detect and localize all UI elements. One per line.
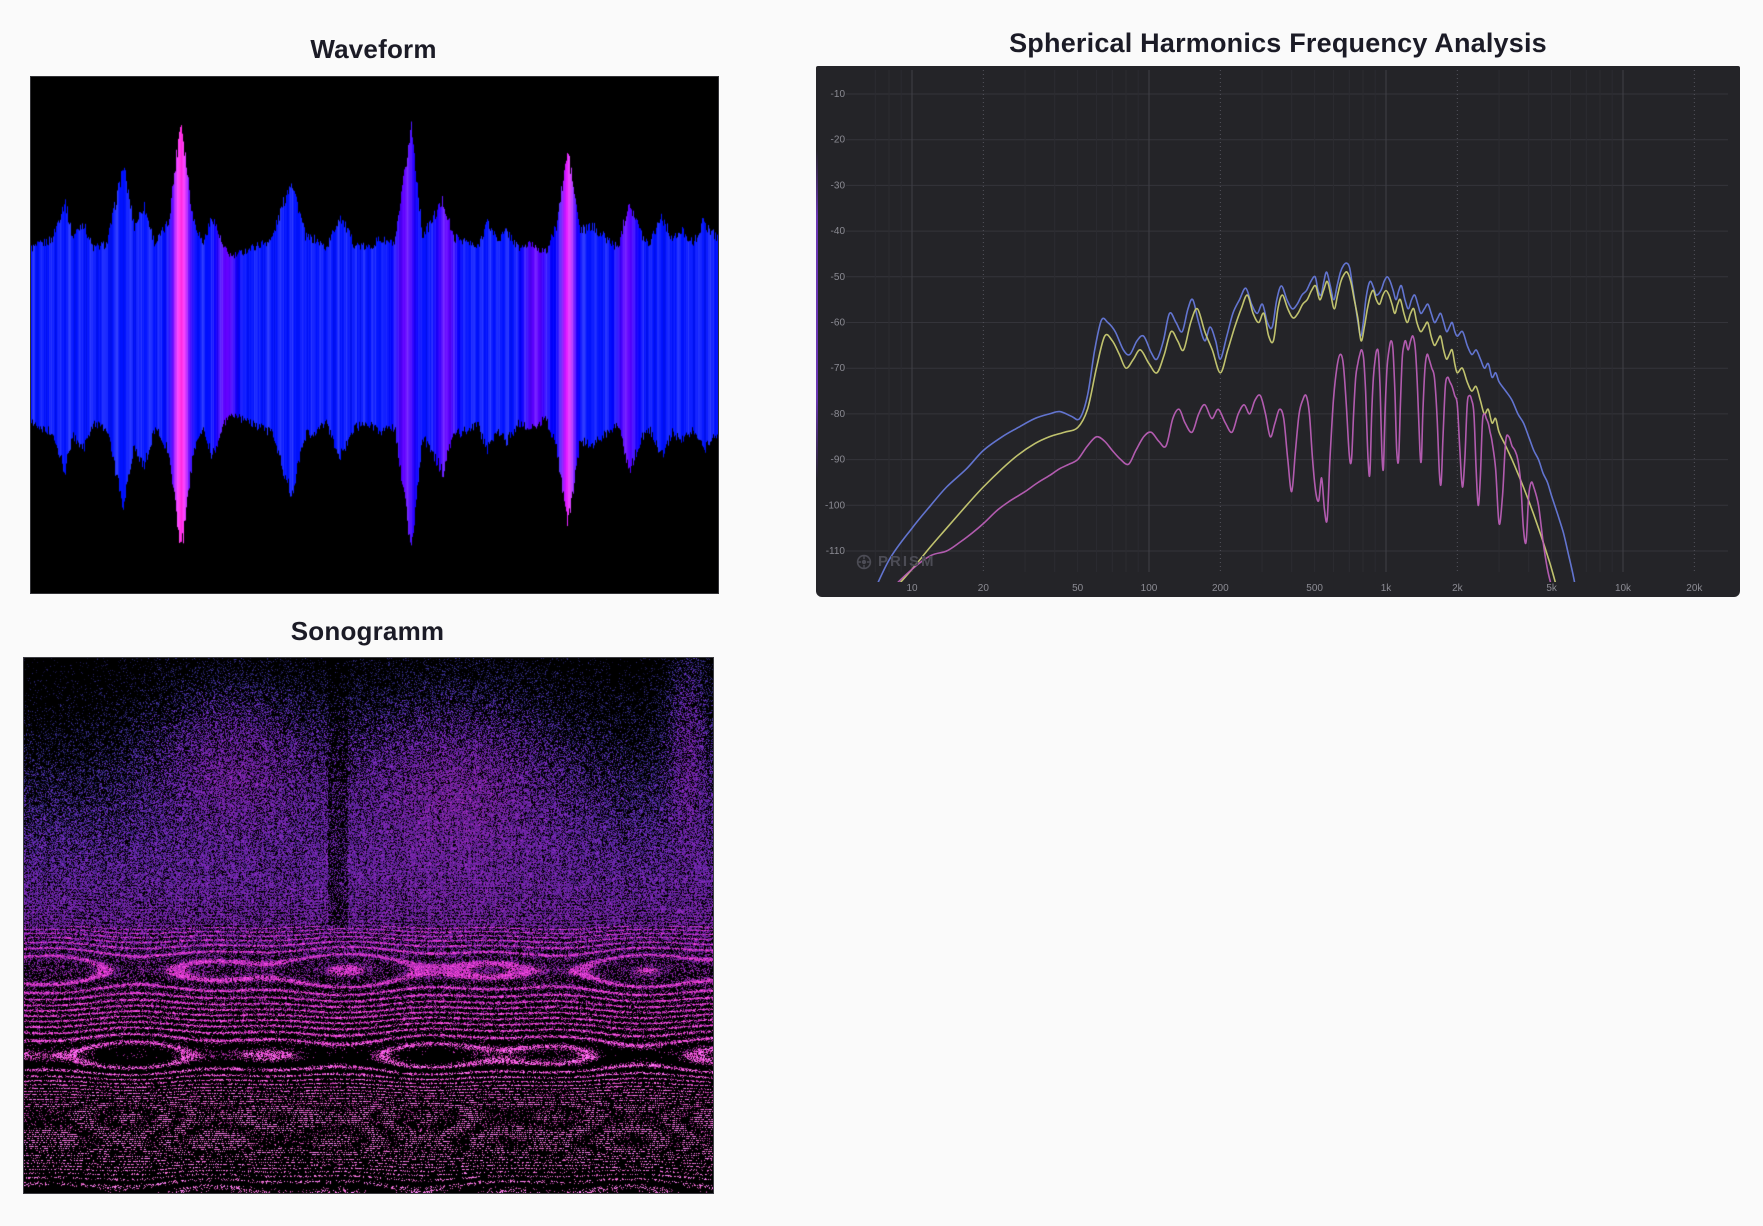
x-tick-label: 500 [1306, 583, 1323, 594]
waveform-plot [30, 76, 719, 594]
sonogram-title: Sonogramm [23, 616, 712, 647]
y-tick-label: -40 [831, 226, 846, 237]
prism-watermark: PRISM [856, 553, 936, 570]
frequency-analysis-card: -10 -20 -30 -40 -50 -60 -70 -80 -90 -100 -110 10 20 5… [816, 66, 1740, 597]
y-tick-label: -30 [831, 180, 846, 191]
x-tick-label: 10k [1615, 583, 1632, 594]
x-tick-label: 20 [978, 583, 990, 594]
spectrum-title: Spherical Harmonics Frequency Analysis [816, 28, 1740, 59]
sonogram-plot [23, 657, 714, 1194]
y-tick-label: -90 [831, 455, 846, 466]
waveform-title: Waveform [30, 34, 717, 65]
y-tick-label: -20 [831, 135, 846, 146]
x-tick-label: 2k [1452, 583, 1464, 594]
y-tick-label: -110 [826, 546, 846, 557]
x-tick-label: 200 [1212, 583, 1229, 594]
x-tick-label: 100 [1141, 583, 1158, 594]
y-tick-label: -70 [831, 363, 846, 374]
y-tick-label: -80 [831, 409, 846, 420]
x-tick-label: 50 [1072, 583, 1084, 594]
plot-background [816, 66, 1740, 597]
y-tick-label: -60 [831, 318, 846, 329]
x-tick-label: 1k [1381, 583, 1393, 594]
y-tick-label: -100 [825, 500, 845, 511]
y-tick-label: -10 [831, 89, 846, 100]
x-tick-label: 5k [1546, 583, 1558, 594]
prism-logo-icon [856, 554, 872, 570]
frequency-analysis-plot: -10 -20 -30 -40 -50 -60 -70 -80 -90 -100 -110 10 20 5… [816, 66, 1740, 597]
x-tick-label: 20k [1686, 583, 1703, 594]
x-tick-label: 10 [906, 583, 918, 594]
y-tick-label: -50 [831, 272, 846, 283]
prism-watermark-text: PRISM [878, 553, 936, 570]
